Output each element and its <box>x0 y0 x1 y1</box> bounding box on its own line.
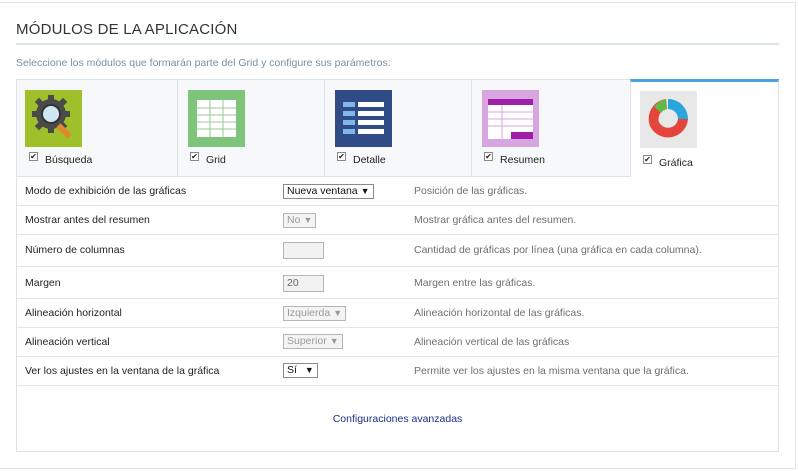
tab-resumen[interactable]: ✔ Resumen <box>471 79 630 177</box>
settings-panel: Modo de exhibición de las gráficas Nueva… <box>16 177 779 452</box>
search-settings-icon <box>25 90 82 147</box>
tab-label: Detalle <box>353 154 386 166</box>
show-settings-select[interactable]: Sí ▼ <box>283 363 318 378</box>
page-title: MÓDULOS DE LA APLICACIÓN <box>16 21 238 38</box>
setting-description: Alineación horizontal de las gráficas. <box>414 307 585 319</box>
show-before-summary-select[interactable]: No ▼ <box>283 213 317 228</box>
grafica-checkbox[interactable]: ✔ <box>643 155 652 164</box>
setting-label: Número de columnas <box>25 244 125 256</box>
setting-label: Alineación vertical <box>25 336 110 348</box>
settings-row: Alineación vertical Superior ▼ Alineación… <box>17 328 778 357</box>
setting-label: Modo de exhibición de las gráficas <box>25 185 187 197</box>
settings-row: Modo de exhibición de las gráficas Nueva… <box>17 177 778 206</box>
settings-row: Alineación horizontal Izquierda ▼ Alineac… <box>17 299 778 328</box>
display-mode-select[interactable]: Nueva ventana ▼ <box>283 184 374 199</box>
detail-list-icon <box>335 90 392 147</box>
summary-icon <box>482 90 539 147</box>
tab-label: Grid <box>206 154 226 166</box>
setting-label: Mostrar antes del resumen <box>25 214 150 226</box>
setting-description: Posición de las gráficas. <box>414 185 528 197</box>
grid-checkbox[interactable]: ✔ <box>190 152 199 161</box>
detalle-checkbox[interactable]: ✔ <box>337 152 346 161</box>
title-divider <box>16 43 779 45</box>
setting-label: Alineación horizontal <box>25 307 122 319</box>
tab-label: Búsqueda <box>45 154 93 166</box>
vertical-align-select[interactable]: Superior ▼ <box>283 334 343 349</box>
horizontal-align-select[interactable]: Izquierda ▼ <box>283 306 347 321</box>
tab-label: Gráfica <box>659 157 693 169</box>
grid-icon <box>188 90 245 147</box>
setting-description: Mostrar gráfica antes del resumen. <box>414 214 577 226</box>
setting-description: Margen entre las gráficas. <box>414 277 536 289</box>
settings-row: Margen 20 Margen entre las gráficas. <box>17 267 778 299</box>
settings-row: Número de columnas Cantidad de gráficas … <box>17 235 778 267</box>
module-tabs: ✔ Búsqueda ✔ Grid ✔ Detalle ✔ Resumen ✔ … <box>16 79 779 177</box>
tab-busqueda[interactable]: ✔ Búsqueda <box>16 79 177 177</box>
page-subtitle: Seleccione los módulos que formarán part… <box>16 57 391 69</box>
resumen-checkbox[interactable]: ✔ <box>484 152 493 161</box>
setting-label: Margen <box>25 277 61 289</box>
setting-description: Cantidad de gráficas por línea (una gráf… <box>414 244 702 256</box>
columns-input[interactable] <box>283 242 324 259</box>
settings-row: Ver los ajustes en la ventana de la gráf… <box>17 357 778 386</box>
settings-row: Mostrar antes del resumen No ▼ Mostrar gr… <box>17 206 778 235</box>
tab-grid[interactable]: ✔ Grid <box>177 79 324 177</box>
chart-icon <box>640 91 697 148</box>
setting-description: Permite ver los ajustes en la misma vent… <box>414 365 689 377</box>
tab-detalle[interactable]: ✔ Detalle <box>324 79 471 177</box>
busqueda-checkbox[interactable]: ✔ <box>29 152 38 161</box>
tab-label: Resumen <box>500 154 545 166</box>
margin-input[interactable]: 20 <box>283 275 324 292</box>
advanced-settings-link[interactable]: Configuraciones avanzadas <box>17 413 778 425</box>
setting-description: Alineación vertical de las gráficas <box>414 336 570 348</box>
tab-grafica[interactable]: ✔ Gráfica <box>630 79 779 177</box>
setting-label: Ver los ajustes en la ventana de la gráf… <box>25 365 220 377</box>
